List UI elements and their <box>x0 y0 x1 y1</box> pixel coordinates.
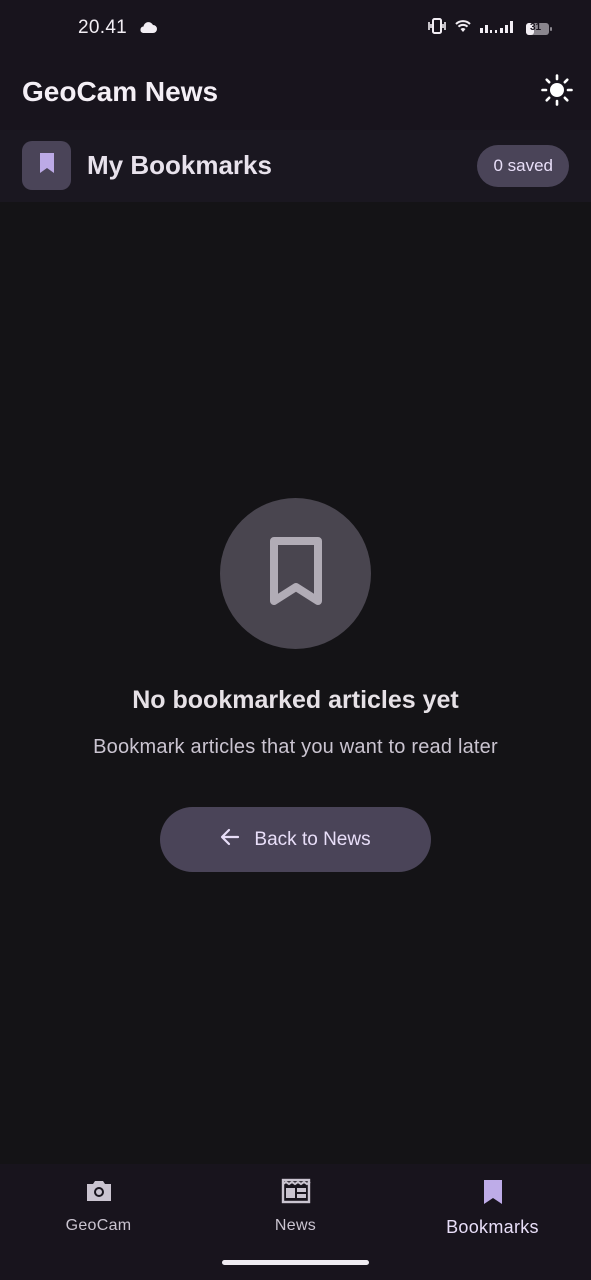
app-bar: GeoCam News <box>0 56 591 130</box>
section-title: My Bookmarks <box>87 150 272 180</box>
arrow-left-icon <box>220 828 240 852</box>
saved-count-badge: 0 saved <box>477 145 569 187</box>
back-to-news-button[interactable]: Back to News <box>160 807 431 872</box>
status-icons: 31 <box>427 17 553 40</box>
bookmarks-header: My Bookmarks 0 saved <box>0 130 591 202</box>
nav-label-bookmarks: Bookmarks <box>446 1217 539 1237</box>
cloud-icon <box>138 20 158 39</box>
nav-item-geocam[interactable]: GeoCam <box>0 1178 197 1248</box>
vibrate-icon <box>427 17 447 40</box>
empty-state-title: No bookmarked articles yet <box>132 686 459 714</box>
bookmark-outline-icon <box>268 537 324 610</box>
phone-screen: 20.41 31 GeoCam News My Bookmarks 0 save… <box>0 0 591 1280</box>
camera-icon <box>84 1178 114 1209</box>
status-bar: 20.41 31 <box>0 0 591 56</box>
battery-level: 31 <box>530 21 542 33</box>
newspaper-icon <box>281 1178 311 1209</box>
bookmark-icon <box>38 152 56 179</box>
sun-icon <box>541 73 573 111</box>
nav-label-geocam: GeoCam <box>65 1217 132 1234</box>
empty-state-circle <box>220 498 371 649</box>
signal-icon <box>479 17 519 40</box>
app-title: GeoCam News <box>22 76 219 107</box>
battery-icon: 31 <box>525 21 553 37</box>
back-button-label: Back to News <box>254 828 371 850</box>
nav-label-news: News <box>274 1217 317 1234</box>
section-icon-box <box>22 141 71 190</box>
nav-item-news[interactable]: News <box>197 1178 394 1248</box>
home-indicator[interactable] <box>222 1260 369 1265</box>
status-time: 20.41 <box>78 17 128 38</box>
empty-state-subtitle: Bookmark articles that you want to read … <box>93 736 498 758</box>
bookmark-icon <box>481 1178 505 1211</box>
theme-toggle-button[interactable] <box>539 73 575 111</box>
wifi-icon <box>453 17 473 40</box>
nav-item-bookmarks[interactable]: Bookmarks <box>394 1178 591 1248</box>
